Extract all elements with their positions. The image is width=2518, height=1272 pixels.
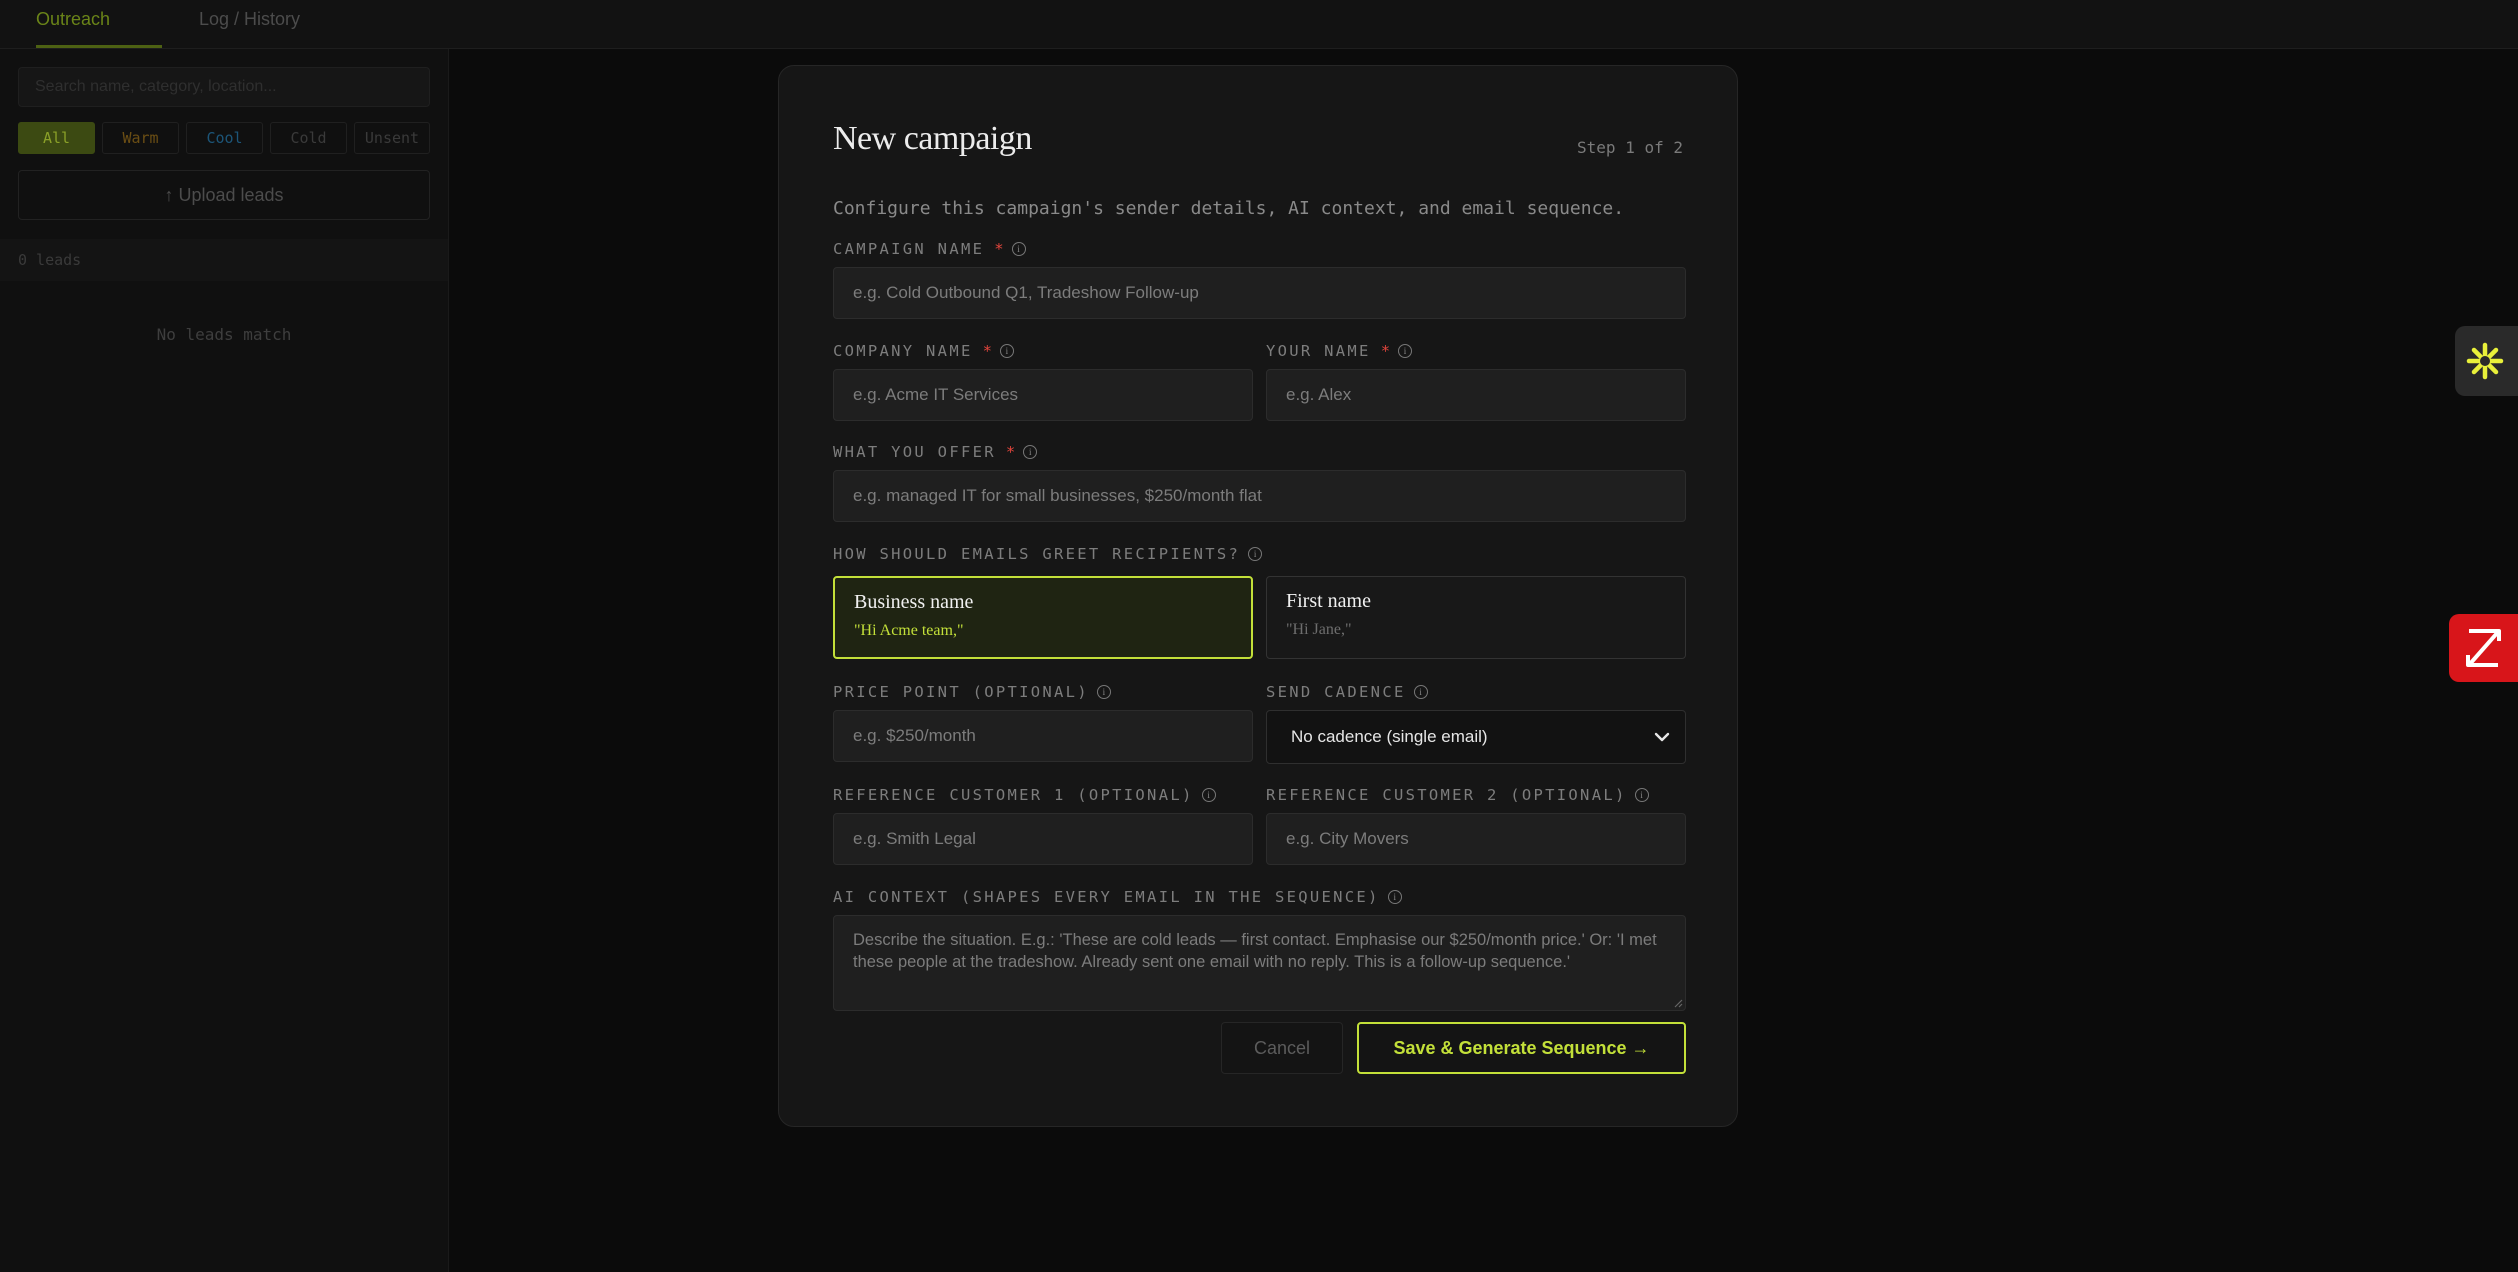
greeting-option-example: "Hi Jane," bbox=[1286, 621, 1352, 638]
info-icon[interactable]: i bbox=[1387, 890, 1402, 904]
required-mark: * bbox=[1380, 342, 1391, 360]
upload-leads-button[interactable]: ↑ Upload leads bbox=[18, 170, 430, 220]
send-cadence-label: SEND CADENCE i bbox=[1266, 683, 1428, 701]
filter-cold[interactable]: Cold bbox=[270, 122, 347, 154]
required-mark: * bbox=[1005, 443, 1016, 461]
greeting-label: HOW SHOULD EMAILS GREET RECIPIENTS? i bbox=[833, 545, 1263, 563]
info-icon[interactable]: i bbox=[1398, 344, 1413, 358]
tab-outreach[interactable]: Outreach bbox=[36, 0, 162, 48]
filter-cool[interactable]: Cool bbox=[186, 122, 263, 154]
asterisk-icon bbox=[2466, 342, 2504, 380]
reference-customer-1-label: REFERENCE CUSTOMER 1 (OPTIONAL) i bbox=[833, 786, 1216, 804]
info-icon[interactable]: i bbox=[1096, 685, 1111, 699]
offer-label: WHAT YOU OFFER * i bbox=[833, 443, 1038, 461]
campaign-name-label: CAMPAIGN NAME * i bbox=[833, 240, 1026, 258]
filter-unsent[interactable]: Unsent bbox=[354, 122, 430, 154]
leads-sidebar: Search name, category, location... All W… bbox=[0, 49, 449, 1272]
info-icon[interactable]: i bbox=[1634, 788, 1649, 802]
greeting-option-title: First name bbox=[1286, 590, 1371, 612]
send-cadence-value: No cadence (single email) bbox=[1291, 727, 1488, 746]
company-name-input[interactable]: e.g. Acme IT Services bbox=[833, 369, 1253, 421]
greeting-option-first-name[interactable]: First name "Hi Jane," bbox=[1266, 576, 1686, 659]
info-icon[interactable]: i bbox=[1201, 788, 1216, 802]
price-point-input[interactable]: e.g. $250/month bbox=[833, 710, 1253, 762]
step-indicator: Step 1 of 2 bbox=[1577, 138, 1683, 157]
info-icon[interactable]: i bbox=[1413, 685, 1428, 699]
greeting-option-business-name[interactable]: Business name "Hi Acme team," bbox=[833, 576, 1253, 659]
reference-customer-1-input[interactable]: e.g. Smith Legal bbox=[833, 813, 1253, 865]
info-icon[interactable]: i bbox=[1248, 547, 1263, 561]
offer-input[interactable]: e.g. managed IT for small businesses, $2… bbox=[833, 470, 1686, 522]
modal-title: New campaign bbox=[833, 120, 1032, 157]
your-name-label: YOUR NAME * i bbox=[1266, 342, 1413, 360]
save-generate-button[interactable]: Save & Generate Sequence → bbox=[1357, 1022, 1686, 1074]
price-point-label: PRICE POINT (OPTIONAL) i bbox=[833, 683, 1111, 701]
campaign-name-input[interactable]: e.g. Cold Outbound Q1, Tradeshow Follow-… bbox=[833, 267, 1686, 319]
empty-leads-text: No leads match bbox=[156, 325, 292, 344]
modal-description: Configure this campaign's sender details… bbox=[833, 198, 1625, 219]
chevron-down-icon bbox=[1654, 732, 1670, 742]
lead-count: 0 leads bbox=[0, 239, 448, 281]
company-name-label: COMPANY NAME * i bbox=[833, 342, 1014, 360]
tab-log-history[interactable]: Log / History bbox=[199, 0, 300, 48]
top-tab-bar: Outreach Log / History bbox=[0, 0, 2518, 49]
reference-customer-2-input[interactable]: e.g. City Movers bbox=[1266, 813, 1686, 865]
zap-widget[interactable] bbox=[2449, 614, 2518, 682]
reference-customer-2-label: REFERENCE CUSTOMER 2 (OPTIONAL) i bbox=[1266, 786, 1649, 804]
ai-context-textarea[interactable]: Describe the situation. E.g.: 'These are… bbox=[833, 915, 1686, 1011]
ai-context-placeholder: Describe the situation. E.g.: 'These are… bbox=[853, 931, 1657, 971]
greeting-option-example: "Hi Acme team," bbox=[854, 622, 964, 639]
info-icon[interactable]: i bbox=[999, 344, 1014, 358]
your-name-input[interactable]: e.g. Alex bbox=[1266, 369, 1686, 421]
filter-warm[interactable]: Warm bbox=[102, 122, 179, 154]
assistant-widget[interactable] bbox=[2455, 326, 2518, 396]
greeting-option-title: Business name bbox=[854, 591, 974, 613]
z-logo-icon bbox=[2466, 629, 2501, 667]
filter-all[interactable]: All bbox=[18, 122, 95, 154]
info-icon[interactable]: i bbox=[1023, 445, 1038, 459]
new-campaign-modal: New campaign Step 1 of 2 Configure this … bbox=[778, 65, 1738, 1127]
cancel-button[interactable]: Cancel bbox=[1221, 1022, 1343, 1074]
resize-handle-icon[interactable] bbox=[1673, 998, 1683, 1008]
required-mark: * bbox=[994, 240, 1004, 258]
send-cadence-select[interactable]: No cadence (single email) bbox=[1266, 710, 1686, 764]
lead-search-input[interactable]: Search name, category, location... bbox=[18, 67, 430, 107]
info-icon[interactable]: i bbox=[1011, 242, 1026, 256]
ai-context-label: AI CONTEXT (SHAPES EVERY EMAIL IN THE SE… bbox=[833, 888, 1402, 906]
required-mark: * bbox=[982, 342, 992, 360]
